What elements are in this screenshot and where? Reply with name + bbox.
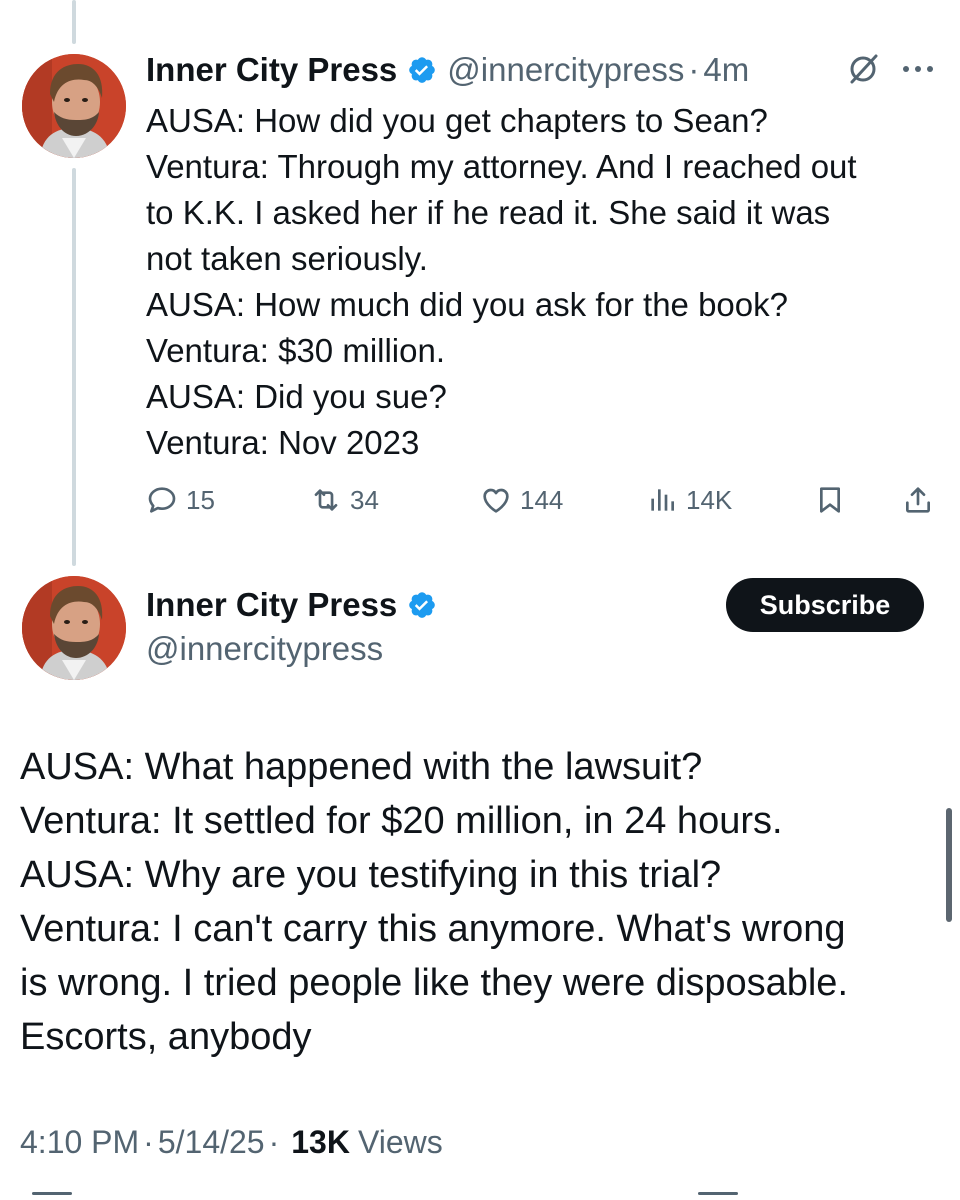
tweet-text-line: AUSA: Did you sue? — [146, 378, 447, 415]
peek-mark — [698, 1192, 738, 1195]
tweet-text-line: Ventura: Through my attorney. And I reac… — [146, 148, 857, 185]
more-dots-icon[interactable] — [900, 60, 936, 78]
views-bar-icon — [651, 489, 674, 511]
like-count: 144 — [520, 484, 564, 515]
tweet-text-line: Ventura: $30 million. — [146, 332, 446, 369]
reply-icon — [148, 487, 176, 513]
handle[interactable]: @innercitypress — [146, 630, 383, 668]
separator-dot: · — [143, 1123, 154, 1160]
post-time[interactable]: 4:10 PM — [20, 1124, 139, 1161]
display-name[interactable]: Inner City Press — [146, 51, 397, 89]
share-icon — [906, 487, 930, 513]
verified-badge-icon[interactable] — [407, 590, 437, 620]
thread-line-top — [72, 0, 76, 44]
views-count: 14K — [686, 484, 733, 515]
post-date[interactable]: 5/14/25 — [158, 1124, 265, 1161]
tweet-text-line: AUSA: How did you get chapters to Sean? — [146, 102, 768, 139]
tweet-text-line: not taken seriously. — [146, 240, 428, 277]
repost-icon — [314, 489, 338, 511]
separator-dot: · — [688, 51, 700, 88]
display-name[interactable]: Inner City Press — [146, 586, 397, 624]
tweet-text-line: AUSA: What happened with the lawsuit? — [20, 746, 703, 788]
bookmark-button[interactable] — [814, 476, 846, 524]
tweet-text-line: Escorts, anybody — [20, 1016, 312, 1058]
bookmark-icon — [820, 487, 840, 513]
tweet-text-line: is wrong. I tried people like they were … — [20, 962, 849, 1004]
tweet-text-line: Ventura: I can't carry this anymore. Wha… — [20, 908, 846, 950]
subscribe-button[interactable]: Subscribe — [726, 578, 924, 632]
avatar[interactable] — [22, 576, 126, 680]
avatar-image — [22, 576, 126, 680]
next-section-peek — [0, 1192, 960, 1200]
tweet-text: AUSA: What happened with the lawsuit? Ve… — [20, 740, 920, 1064]
tweet-header: Inner City Press @innercitypress · 4m — [146, 50, 749, 90]
scrollbar[interactable] — [946, 808, 952, 922]
separator-dot: · — [268, 1123, 280, 1160]
views-count: 13K — [291, 1123, 350, 1160]
views-label: Views — [357, 1123, 443, 1160]
tweet-text-line: AUSA: Why are you testifying in this tri… — [20, 854, 722, 896]
reply-button[interactable]: 15 — [146, 476, 215, 524]
repost-count: 34 — [350, 484, 379, 515]
handle[interactable]: @innercitypress — [447, 51, 684, 89]
verified-badge-icon[interactable] — [407, 55, 437, 85]
like-button[interactable]: 144 — [480, 476, 563, 524]
tweet-author: Inner City Press — [146, 584, 437, 626]
views-button[interactable]: 14K — [646, 476, 732, 524]
reply-count: 15 — [186, 484, 215, 515]
avatar-image — [22, 54, 126, 158]
share-button[interactable] — [902, 476, 934, 524]
tweet-time[interactable]: 4m — [703, 51, 749, 89]
tweet-text-line: to K.K. I asked her if he read it. She s… — [146, 194, 831, 231]
tweet-text-line: Ventura: It settled for $20 million, in … — [20, 800, 783, 842]
avatar[interactable] — [22, 54, 126, 158]
heart-icon — [483, 488, 509, 513]
thread-line-connector — [72, 168, 76, 566]
tweet-meta: 4:10 PM · 5/14/25 · 13K Views — [20, 1120, 443, 1164]
repost-button[interactable]: 34 — [310, 476, 379, 524]
grok-icon[interactable] — [846, 52, 880, 86]
tweet-text: AUSA: How did you get chapters to Sean? … — [146, 98, 946, 466]
peek-mark — [32, 1192, 72, 1195]
tweet-actions: 15 34 144 14K — [146, 476, 946, 524]
tweet-text-line: Ventura: Nov 2023 — [146, 424, 420, 461]
tweet-text-line: AUSA: How much did you ask for the book? — [146, 286, 788, 323]
